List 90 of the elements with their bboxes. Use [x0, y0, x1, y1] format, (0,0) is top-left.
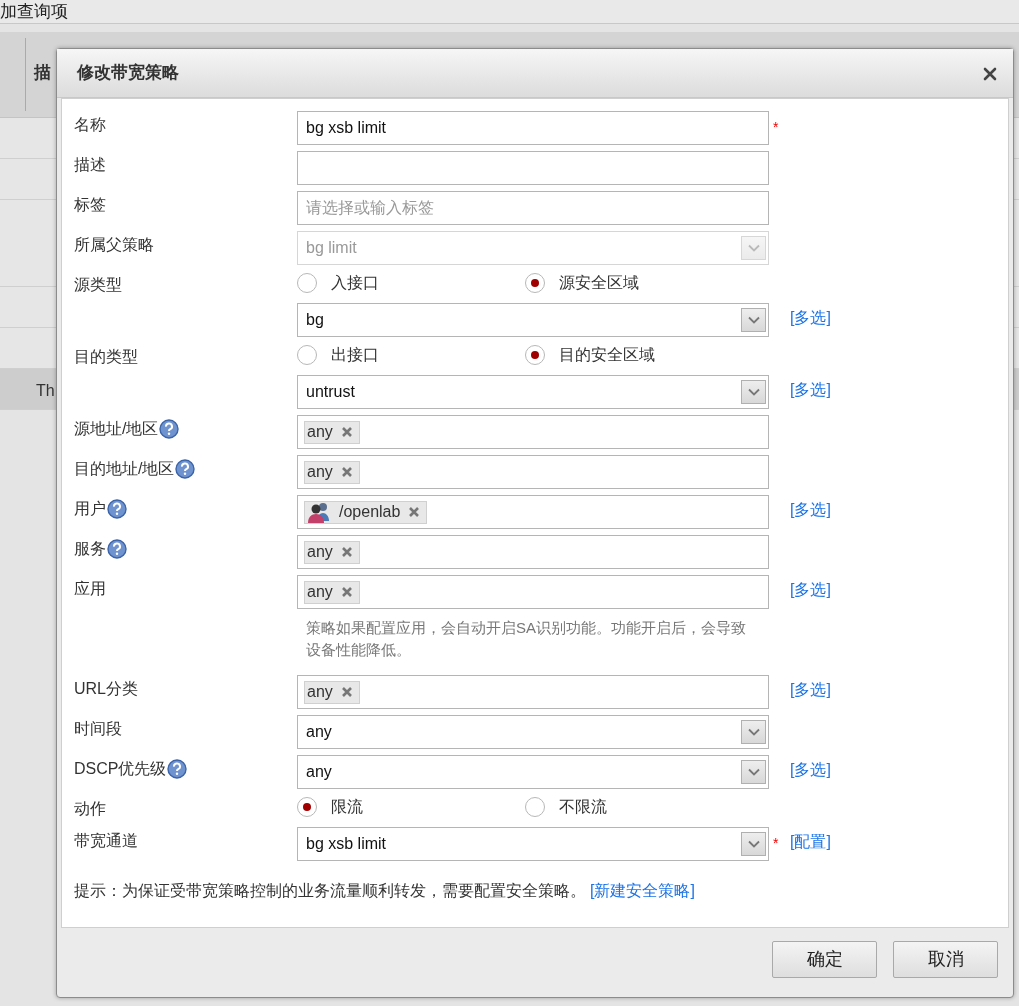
ok-button[interactable]: 确定	[772, 941, 877, 978]
required-mark: *	[772, 834, 780, 853]
field-label: 服务	[74, 539, 106, 559]
multi-select-link[interactable]: [多选]	[790, 675, 831, 702]
multi-select-link[interactable]: [多选]	[790, 755, 831, 782]
field-label: 源类型	[74, 275, 122, 295]
select-field[interactable]: any	[297, 755, 769, 789]
select-field[interactable]: any	[297, 715, 769, 749]
dropdown-button[interactable]	[741, 720, 766, 744]
dropdown-button[interactable]	[741, 308, 766, 332]
chevron-icon	[746, 839, 761, 849]
help-icon[interactable]	[107, 499, 127, 519]
select-field[interactable]: bg	[297, 303, 769, 337]
tag-text: any	[307, 422, 333, 442]
tag-field[interactable]: any	[297, 575, 769, 609]
field-label: URL分类	[74, 679, 138, 699]
close-icon[interactable]	[983, 66, 997, 81]
remove-icon[interactable]	[340, 546, 353, 558]
field-label: 名称	[74, 115, 106, 135]
field-label: 源地址/地区	[74, 419, 159, 439]
multi-select-link[interactable]: [多选]	[790, 575, 831, 602]
page-title: 加查询项	[0, 5, 68, 19]
tag-field[interactable]: /openlab	[297, 495, 769, 529]
column-header: 描	[32, 62, 51, 84]
note-text: 策略如果配置应用，会自动开启SA识别功能。功能开启后，会导致设备性能降低。	[306, 618, 747, 660]
dialog-title: 修改带宽策略	[77, 62, 179, 85]
chevron-icon	[746, 243, 761, 253]
chevron-icon	[746, 315, 761, 325]
select-field[interactable]: bg xsb limit	[297, 827, 769, 861]
radio-button[interactable]	[297, 797, 317, 817]
remove-icon[interactable]	[340, 466, 353, 478]
radio-label: 目的安全区域	[559, 345, 655, 365]
radio-button[interactable]	[525, 797, 545, 817]
select-field[interactable]: untrust	[297, 375, 769, 409]
radio-label: 不限流	[559, 797, 607, 817]
field-label: DSCP优先级	[74, 759, 167, 779]
multi-select-link[interactable]: [多选]	[790, 303, 831, 330]
input-field[interactable]: 请选择或输入标签	[298, 192, 768, 224]
help-icon[interactable]	[159, 419, 180, 439]
tag-field[interactable]: any	[297, 455, 769, 489]
remove-icon[interactable]	[408, 506, 421, 518]
help-icon[interactable]	[167, 759, 188, 779]
required-mark: *	[772, 118, 780, 137]
field-label: 时间段	[74, 719, 122, 739]
field-label: 所属父策略	[74, 235, 154, 255]
help-icon[interactable]	[175, 459, 196, 479]
field-label: 用户	[74, 499, 106, 519]
radio-button[interactable]	[525, 345, 545, 365]
field-label: 目的类型	[74, 347, 138, 367]
dropdown-button[interactable]	[741, 380, 766, 404]
field-label: 动作	[74, 799, 106, 819]
field-label: 描述	[74, 155, 106, 175]
tag-text: any	[307, 542, 333, 562]
tag-field[interactable]: any	[297, 675, 769, 709]
chevron-icon	[746, 387, 761, 397]
radio-button[interactable]	[297, 345, 317, 365]
field-label: 应用	[74, 579, 106, 599]
tag-field[interactable]: any	[297, 535, 769, 569]
hint-text: 提示：为保证受带宽策略控制的业务流量顺利转发，需要配置安全策略。	[74, 882, 586, 899]
cancel-button[interactable]: 取消	[893, 941, 998, 978]
chevron-icon	[746, 767, 761, 777]
multi-select-link[interactable]: [多选]	[790, 495, 831, 522]
radio-label: 源安全区域	[559, 273, 639, 293]
tag-field[interactable]: any	[297, 415, 769, 449]
radio-label: 限流	[331, 797, 363, 817]
tag-text: /openlab	[339, 502, 401, 522]
field-label: 标签	[74, 195, 106, 215]
select-field: bg limit	[297, 231, 769, 265]
remove-icon[interactable]	[340, 586, 353, 598]
field-label: 带宽通道	[74, 831, 138, 851]
tag-text: any	[307, 462, 333, 482]
radio-label: 入接口	[331, 273, 379, 293]
table-cell: Th	[36, 382, 55, 399]
tag-text: any	[307, 582, 333, 602]
remove-icon[interactable]	[340, 686, 353, 698]
tag-text: any	[307, 682, 333, 702]
dropdown-button[interactable]	[741, 760, 766, 784]
multi-select-link[interactable]: [配置]	[790, 827, 831, 854]
field-label: 目的地址/地区	[74, 459, 175, 479]
users-icon	[307, 501, 331, 523]
new-policy-link[interactable]: [新建安全策略]	[590, 879, 695, 899]
remove-icon[interactable]	[340, 426, 353, 438]
multi-select-link[interactable]: [多选]	[790, 375, 831, 402]
radio-button[interactable]	[297, 273, 317, 293]
chevron-icon	[746, 727, 761, 737]
radio-label: 出接口	[331, 345, 379, 365]
dropdown-button[interactable]	[741, 832, 766, 856]
help-icon[interactable]	[107, 539, 127, 559]
radio-button[interactable]	[525, 273, 545, 293]
input-field[interactable]: bg xsb limit	[298, 112, 768, 144]
